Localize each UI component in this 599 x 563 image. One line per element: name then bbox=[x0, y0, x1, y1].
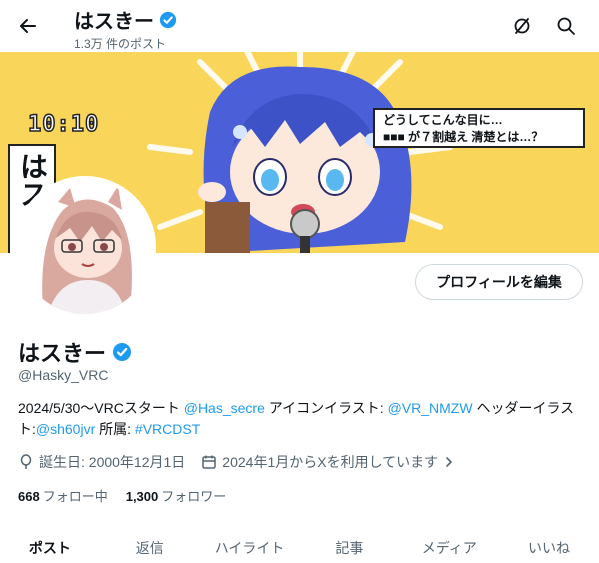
banner-clock-text: 10:10 bbox=[27, 111, 100, 138]
avatar-illustration bbox=[18, 180, 152, 314]
balloon-icon bbox=[20, 454, 32, 469]
tab-posts[interactable]: ポスト bbox=[0, 527, 100, 563]
tab-replies[interactable]: 返信 bbox=[100, 527, 200, 563]
bio-text: アイコンイラスト: bbox=[264, 400, 388, 416]
followers-count: 1,300 bbox=[125, 489, 159, 504]
profile-handle: @Hasky_VRC bbox=[18, 367, 109, 383]
followers-link[interactable]: 1,300 フォロワー bbox=[126, 486, 227, 505]
bio-hashtag-link[interactable]: #VRCDST bbox=[135, 421, 200, 437]
slash-circle-icon bbox=[514, 18, 530, 34]
banner-caption-line2: ■■■ が７割越え 清楚とは…？ bbox=[383, 130, 544, 144]
profile-meta: 誕生日: 2000年12月1日 2024年1月からXを利用しています bbox=[18, 452, 455, 472]
bio-mention-link[interactable]: @sh60jvr bbox=[36, 421, 95, 437]
following-count: 668 bbox=[18, 489, 40, 504]
edit-profile-button[interactable]: プロフィールを編集 bbox=[415, 264, 583, 300]
bio-mention-link[interactable]: @Has_secre bbox=[184, 400, 265, 416]
joined-item[interactable]: 2024年1月からXを利用しています bbox=[201, 452, 455, 472]
avatar[interactable] bbox=[14, 176, 156, 318]
chevron-right-icon bbox=[446, 457, 453, 467]
search-button[interactable] bbox=[552, 12, 580, 40]
tab-likes[interactable]: いいね bbox=[499, 527, 599, 563]
bio-text: 所属: bbox=[95, 421, 135, 437]
banner-caption: どうしてこんな目に… ■■■ が７割越え 清楚とは…？ bbox=[373, 108, 585, 148]
tab-media[interactable]: メディア bbox=[399, 527, 499, 563]
back-button[interactable] bbox=[14, 12, 42, 40]
joined-text: 2024年1月からXを利用しています bbox=[222, 454, 439, 470]
following-link[interactable]: 668 フォロー中 bbox=[18, 486, 108, 505]
verified-badge-icon bbox=[159, 11, 177, 28]
banner-caption-line1: どうしてこんな目に… bbox=[383, 113, 503, 127]
profile-display-name: はスきー bbox=[18, 336, 132, 368]
profile-bio: 2024/5/30～VRCスタート @Has_secre アイコンイラスト: @… bbox=[18, 398, 588, 440]
followers-label: フォロワー bbox=[161, 489, 227, 504]
tab-articles[interactable]: 記事 bbox=[299, 527, 399, 563]
post-count: 1.3万 件のポスト bbox=[74, 37, 167, 51]
calendar-icon bbox=[202, 455, 217, 469]
tab-highlights[interactable]: ハイライト bbox=[200, 527, 300, 563]
header-display-name: はスきー bbox=[74, 11, 154, 33]
following-label: フォロー中 bbox=[42, 489, 108, 504]
bio-text: 2024/5/30～VRCスタート bbox=[18, 400, 184, 416]
birthday-item: 誕生日: 2000年12月1日 bbox=[18, 452, 185, 472]
verified-badge-icon[interactable] bbox=[112, 342, 132, 362]
top-bar: はスきー 1.3万 件のポスト bbox=[0, 0, 599, 52]
search-icon bbox=[557, 17, 575, 35]
profile-tabs: ポスト 返信 ハイライト 記事 メディア いいね bbox=[0, 527, 599, 563]
header-title: はスきー bbox=[74, 5, 177, 34]
birthday-text: 誕生日: 2000年12月1日 bbox=[39, 454, 186, 470]
profile-name-text: はスきー bbox=[18, 341, 107, 366]
bio-mention-link[interactable]: @VR_NMZW bbox=[388, 400, 473, 416]
grok-button[interactable] bbox=[508, 12, 536, 40]
arrow-left-icon bbox=[20, 19, 36, 33]
follow-stats: 668 フォロー中 1,300 フォロワー bbox=[18, 486, 226, 505]
